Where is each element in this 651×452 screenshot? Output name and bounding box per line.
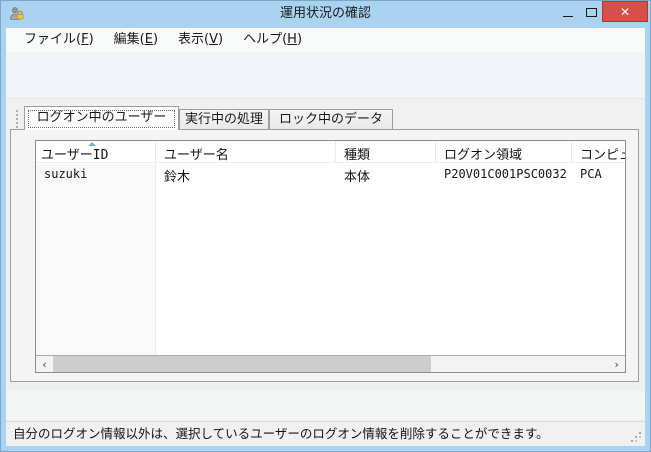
- resize-grip[interactable]: [629, 430, 641, 442]
- function-key-bar: F1 F2 F3 F4 F5 F6 F7 F8 F9 F10 F11 F12: [6, 391, 645, 419]
- tab-running-processes[interactable]: 実行中の処理: [179, 109, 269, 130]
- column-header-type[interactable]: 種類: [336, 141, 436, 162]
- tab-locked-data[interactable]: ロック中のデータ: [269, 109, 393, 130]
- column-header-user-id[interactable]: ユーザーID: [36, 141, 156, 162]
- minimize-icon: [563, 16, 573, 17]
- sort-ascending-icon: [88, 142, 96, 146]
- horizontal-scrollbar[interactable]: ‹ ›: [36, 355, 625, 372]
- column-header-logon-area[interactable]: ログオン領域: [436, 141, 572, 162]
- title-bar: 運用状況の確認 ✕: [0, 0, 651, 28]
- resize-grip-icon: [639, 440, 641, 442]
- close-button[interactable]: ✕: [602, 1, 648, 22]
- maximize-icon: [586, 8, 597, 17]
- window-title: 運用状況の確認: [0, 0, 651, 28]
- cell-logon-area: P20V01C001PSC0032: [436, 164, 572, 184]
- app-window: 運用状況の確認 ✕ ファイル(F) 編集(E) 表示(V) ヘルプ(H) ✕ 閉…: [0, 0, 651, 452]
- menu-bar: ファイル(F) 編集(E) 表示(V) ヘルプ(H): [6, 28, 645, 52]
- toolbar: ✕ 閉じる 更新 × 削除 ? ヘルプ: [6, 52, 645, 99]
- sorted-column-tint: [36, 164, 156, 355]
- table-row[interactable]: suzuki 鈴木 本体 P20V01C001PSC0032 PCA: [36, 164, 625, 184]
- menu-edit[interactable]: 編集(E): [104, 28, 168, 52]
- users-list-view: ユーザーID ユーザー名 種類 ログオン領域 コンピュータ名 suzuki 鈴木…: [35, 140, 626, 373]
- cell-user-id: suzuki: [36, 164, 156, 184]
- list-body: suzuki 鈴木 本体 P20V01C001PSC0032 PCA: [36, 164, 625, 355]
- column-header-computer[interactable]: コンピュータ名: [572, 141, 625, 162]
- cell-computer: PCA: [572, 164, 625, 184]
- minimize-button[interactable]: [557, 0, 579, 24]
- menu-file[interactable]: ファイル(F): [14, 28, 104, 52]
- status-message: 自分のログオン情報以外は、選択しているユーザーのログオン情報を削除することができ…: [13, 422, 625, 446]
- scroll-left-arrow[interactable]: ‹: [36, 356, 53, 372]
- scroll-right-arrow[interactable]: ›: [608, 356, 625, 372]
- status-bar: 自分のログオン情報以外は、選択しているユーザーのログオン情報を削除することができ…: [6, 421, 645, 446]
- scrollbar-thumb[interactable]: [53, 356, 431, 372]
- column-header-user-name[interactable]: ユーザー名: [156, 141, 336, 162]
- tab-logged-on-users[interactable]: ログオン中のユーザー: [24, 106, 179, 130]
- maximize-button[interactable]: [580, 0, 602, 24]
- cell-user-name: 鈴木: [156, 164, 336, 184]
- menu-view[interactable]: 表示(V): [168, 28, 233, 52]
- tab-focus-rect: [28, 110, 175, 128]
- cell-type: 本体: [336, 164, 436, 184]
- list-header: ユーザーID ユーザー名 種類 ログオン領域 コンピュータ名: [36, 141, 625, 163]
- close-icon: ✕: [620, 5, 630, 19]
- menu-help[interactable]: ヘルプ(H): [233, 28, 312, 52]
